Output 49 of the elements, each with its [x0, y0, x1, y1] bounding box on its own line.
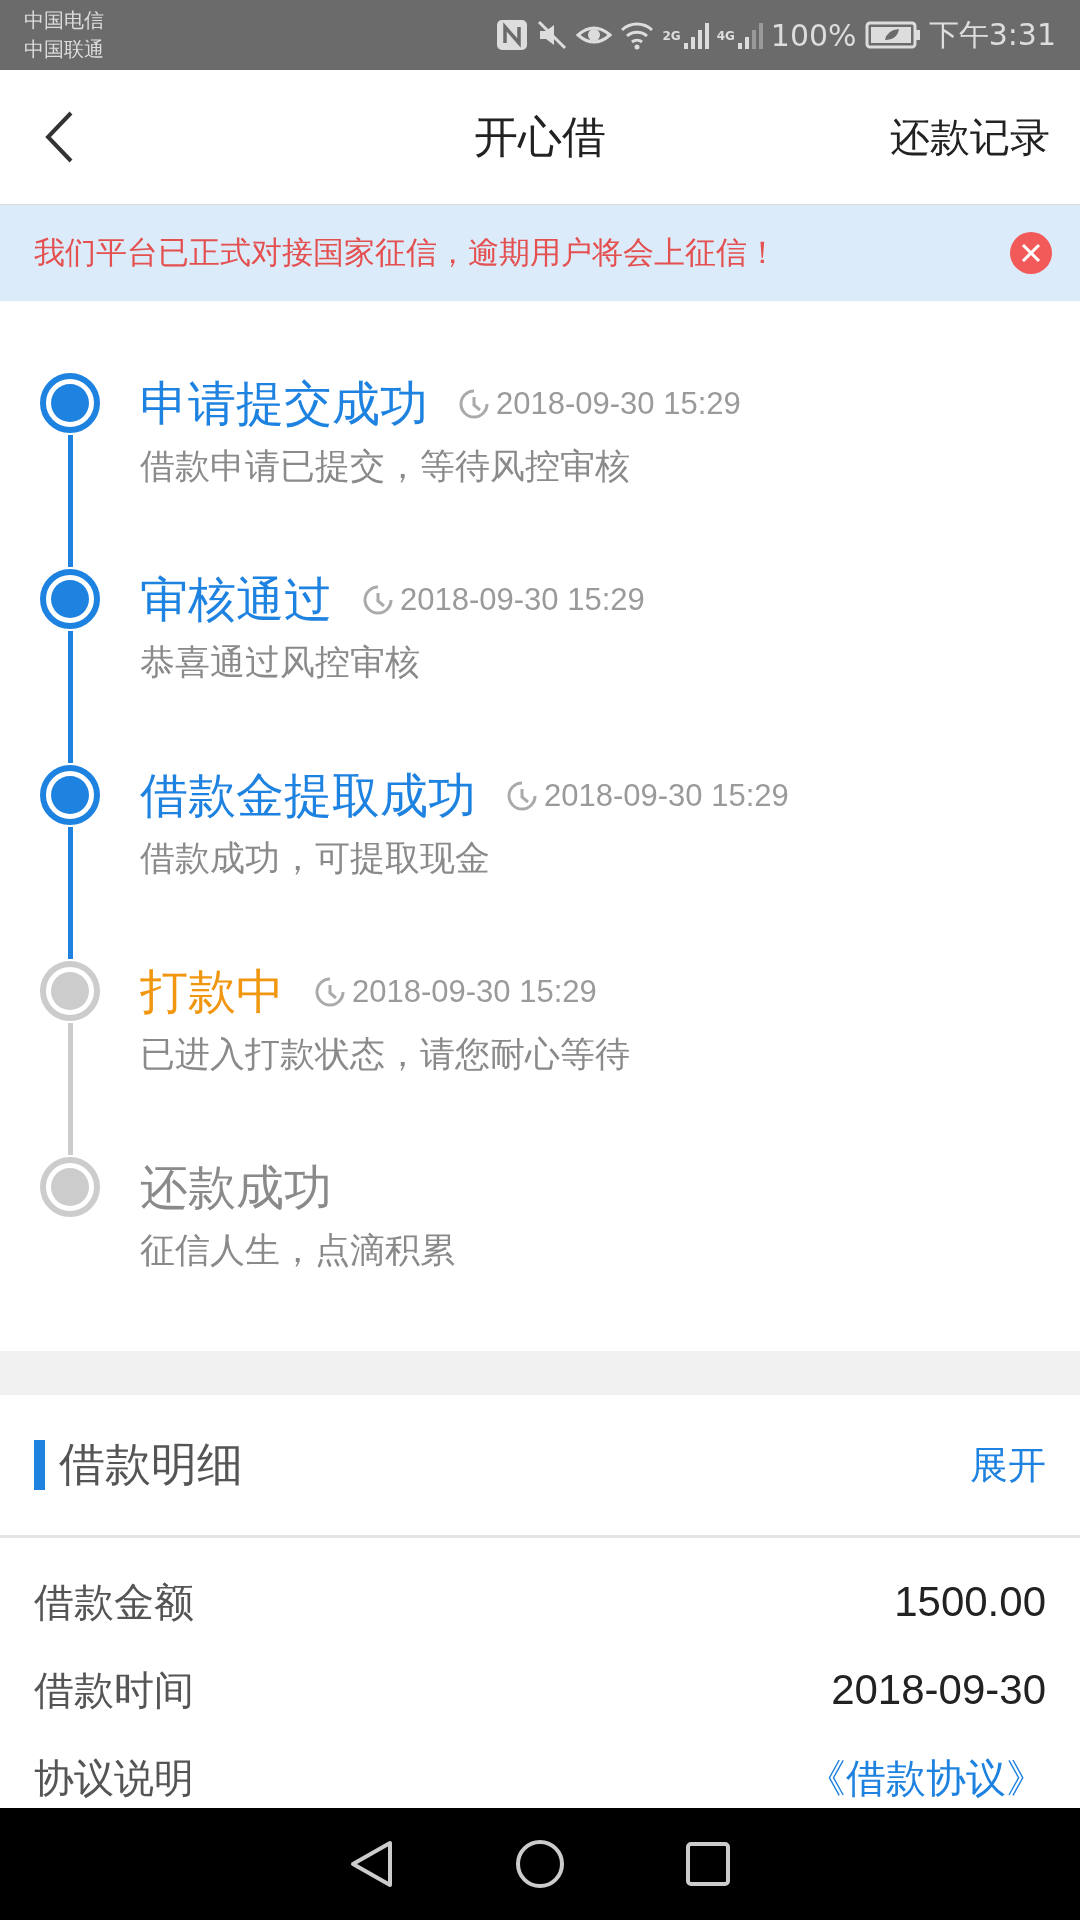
- step-description: 征信人生，点滴积累: [140, 1229, 455, 1272]
- step-time: 2018-09-30 15:29: [544, 778, 789, 814]
- step-title: 还款成功: [140, 1158, 332, 1217]
- detail-label: 借款金额: [34, 1578, 194, 1626]
- clock: 下午3:31: [928, 15, 1056, 54]
- step-title: 借款金提取成功: [140, 766, 476, 825]
- agreement-link[interactable]: 《借款协议》: [806, 1754, 1046, 1802]
- clock-icon: [458, 388, 490, 420]
- step-description: 借款成功，可提取现金: [140, 837, 491, 880]
- back-button[interactable]: [44, 111, 74, 163]
- close-button[interactable]: [1010, 232, 1052, 274]
- section-title: 借款明细: [59, 1436, 244, 1493]
- clock-icon: [362, 584, 394, 616]
- clock-icon: [314, 976, 346, 1008]
- step-title: 申请提交成功: [140, 374, 428, 433]
- circle-icon: [515, 1839, 565, 1889]
- detail-value: 1500.00: [894, 1576, 1046, 1627]
- step-description: 已进入打款状态，请您耐心等待: [140, 1033, 630, 1076]
- recents-nav-button[interactable]: [685, 1841, 731, 1887]
- detail-label: 借款时间: [34, 1666, 194, 1714]
- step-description: 借款申请已提交，等待风控审核: [140, 445, 631, 488]
- network-label: 4G: [716, 28, 735, 43]
- repayment-history-button[interactable]: 还款记录: [890, 109, 1050, 165]
- back-nav-button[interactable]: [349, 1839, 395, 1889]
- square-icon: [685, 1841, 731, 1887]
- step-title: 审核通过: [140, 570, 332, 629]
- home-nav-button[interactable]: [515, 1839, 565, 1889]
- nfc-icon: [496, 19, 529, 51]
- step-time: 2018-09-30 15:29: [496, 386, 741, 422]
- carrier-name: 中国联通: [24, 36, 104, 63]
- step-time: 2018-09-30 15:29: [400, 582, 645, 618]
- battery-percent: 100%: [770, 17, 857, 53]
- page-title: 开心借: [474, 109, 606, 164]
- clock-icon: [506, 780, 538, 812]
- notice-text: 我们平台已正式对接国家征信，逾期用户将会上征信！: [34, 233, 778, 272]
- step-time: 2018-09-30 15:29: [352, 974, 597, 1010]
- detail-value: 2018-09-30: [831, 1664, 1046, 1715]
- battery-icon: [864, 21, 921, 49]
- carrier-name: 中国电信: [24, 7, 104, 34]
- detail-label: 协议说明: [34, 1754, 194, 1802]
- step-title: 打款中: [140, 962, 284, 1021]
- mute-icon: [536, 19, 569, 51]
- network-label: 2G: [662, 28, 681, 43]
- expand-link[interactable]: 展开: [970, 1439, 1046, 1491]
- triangle-icon: [349, 1839, 395, 1889]
- step-description: 恭喜通过风控审核: [140, 641, 421, 684]
- close-icon: [1010, 232, 1052, 274]
- back-icon: [44, 111, 74, 163]
- section-marker: [34, 1440, 45, 1490]
